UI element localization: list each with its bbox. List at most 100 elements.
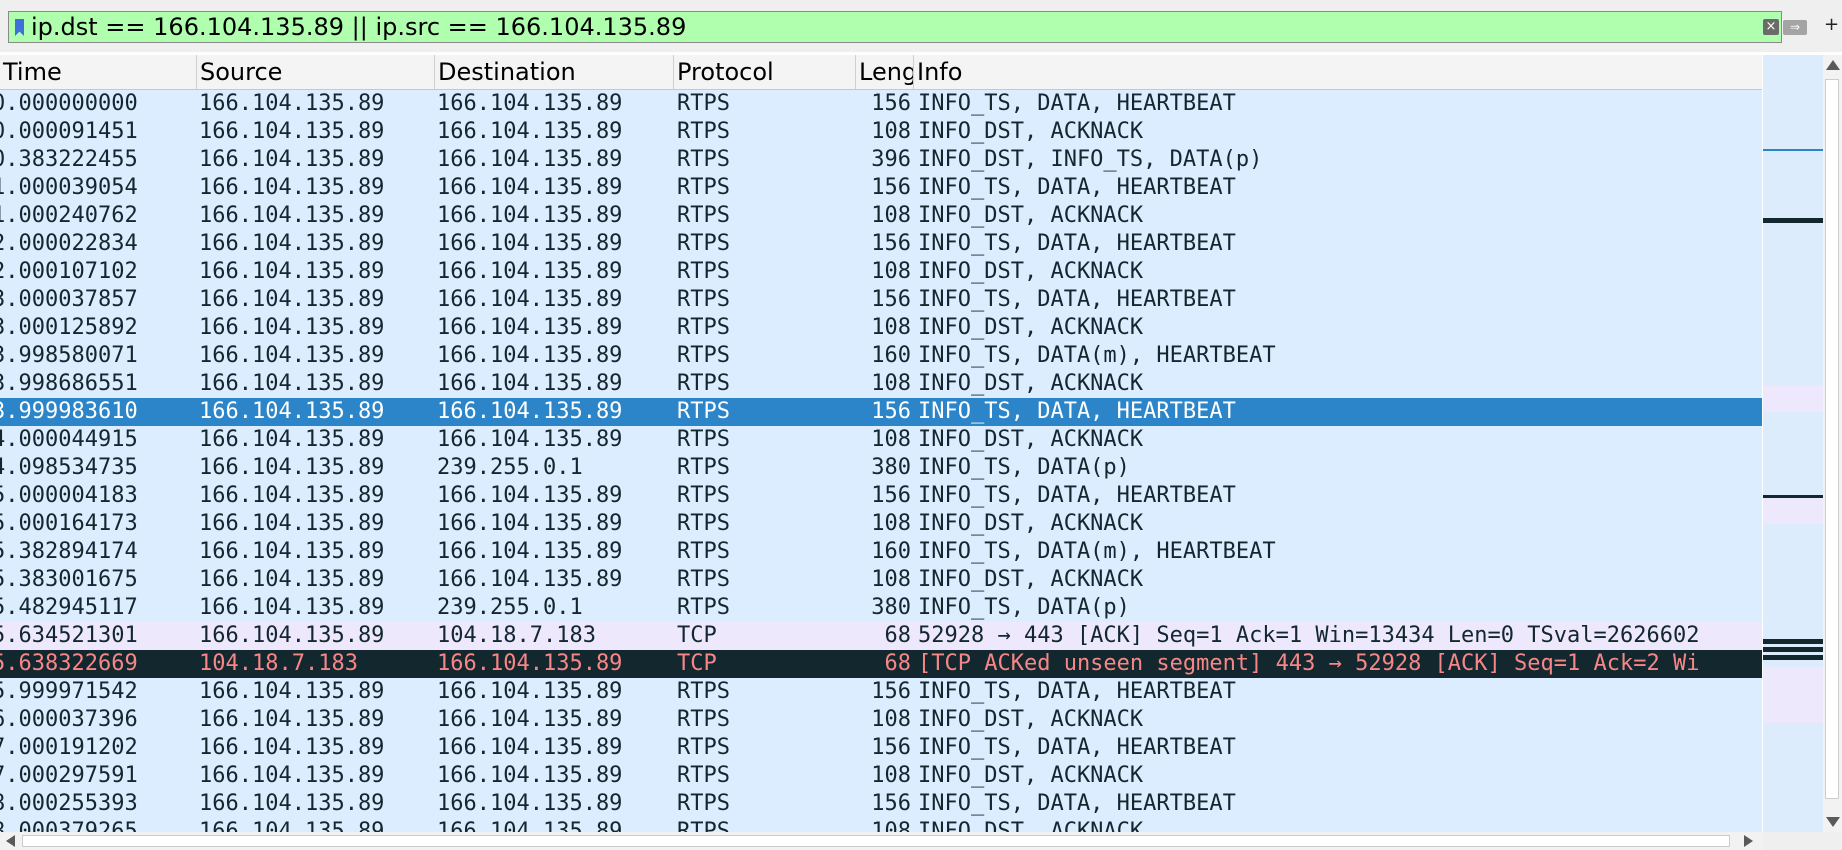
packet-protocol-cell: RTPS (677, 595, 730, 620)
packet-time-cell: 3.000125892 (0, 315, 138, 340)
packet-minimap[interactable] (1763, 55, 1823, 832)
scroll-left-arrow-icon[interactable] (6, 835, 15, 847)
packet-row[interactable]: 5.638322669 104.18.7.183 166.104.135.89 TCP… (0, 650, 1762, 678)
packet-destination-cell: 166.104.135.89 (437, 707, 623, 732)
packet-time-cell: 0.000091451 (0, 119, 138, 144)
packet-destination-cell: 166.104.135.89 (437, 287, 623, 312)
column-header-protocol[interactable]: Protocol (674, 55, 856, 89)
packet-destination-cell: 166.104.135.89 (437, 343, 623, 368)
packet-length-cell: 68 (884, 623, 912, 648)
packet-destination-cell: 166.104.135.89 (437, 819, 623, 832)
packet-row[interactable]: 4.098534735 166.104.135.89 239.255.0.1 RTPS… (0, 454, 1762, 482)
packet-protocol-cell: RTPS (677, 567, 730, 592)
packet-row[interactable]: 3.999983610 166.104.135.89 166.104.135.89 R… (0, 398, 1762, 426)
packet-source-cell: 166.104.135.89 (199, 231, 385, 256)
column-header-time[interactable]: Time (0, 55, 197, 89)
packet-info-cell: INFO_TS, DATA, HEARTBEAT (918, 679, 1236, 704)
packet-row[interactable]: 3.998686551 166.104.135.89 166.104.135.89 R… (0, 370, 1762, 398)
packet-source-cell: 166.104.135.89 (199, 595, 385, 620)
packet-protocol-cell: RTPS (677, 735, 730, 760)
display-filter-box[interactable]: × ⇒ (8, 11, 1807, 43)
packet-time-cell: 0.383222455 (0, 147, 138, 172)
vertical-scroll-thumb[interactable] (1825, 79, 1839, 799)
packet-info-cell: INFO_TS, DATA, HEARTBEAT (918, 399, 1236, 424)
packet-row[interactable]: 0.000000000 166.104.135.89 166.104.135.89 R… (0, 90, 1762, 118)
packet-row[interactable]: 3.998580071 166.104.135.89 166.104.135.89 R… (0, 342, 1762, 370)
packet-source-cell: 166.104.135.89 (199, 259, 385, 284)
packet-length-cell: 156 (871, 287, 911, 312)
packet-protocol-cell: RTPS (677, 679, 730, 704)
packet-row[interactable]: 5.999971542 166.104.135.89 166.104.135.89 R… (0, 678, 1762, 706)
add-filter-button-icon[interactable]: + (1824, 14, 1839, 35)
packet-source-cell: 166.104.135.89 (199, 455, 385, 480)
horizontal-scrollbar[interactable] (0, 832, 1762, 850)
packet-row[interactable]: 0.383222455 166.104.135.89 166.104.135.89 R… (0, 146, 1762, 174)
packet-source-cell: 166.104.135.89 (199, 175, 385, 200)
apply-filter-icon[interactable]: ⇒ (1783, 20, 1807, 35)
packet-source-cell: 166.104.135.89 (199, 679, 385, 704)
display-filter-input[interactable] (31, 13, 1761, 41)
packet-row[interactable]: 7.000191202 166.104.135.89 166.104.135.89 R… (0, 734, 1762, 762)
packet-destination-cell: 166.104.135.89 (437, 231, 623, 256)
vertical-scrollbar[interactable] (1823, 55, 1842, 832)
column-header-source[interactable]: Source (197, 55, 435, 89)
packet-source-cell: 166.104.135.89 (199, 427, 385, 452)
packet-destination-cell: 166.104.135.89 (437, 427, 623, 452)
packet-length-cell: 160 (871, 343, 911, 368)
packet-source-cell: 166.104.135.89 (199, 343, 385, 368)
packet-destination-cell: 239.255.0.1 (437, 595, 583, 620)
scroll-up-arrow-icon[interactable] (1826, 60, 1840, 70)
packet-time-cell: 4.000044915 (0, 427, 138, 452)
packet-source-cell: 166.104.135.89 (199, 707, 385, 732)
packet-source-cell: 104.18.7.183 (199, 651, 358, 676)
packet-row[interactable]: 5.482945117 166.104.135.89 239.255.0.1 RTPS… (0, 594, 1762, 622)
packet-info-cell: INFO_TS, DATA(p) (918, 595, 1130, 620)
horizontal-scroll-thumb[interactable] (22, 835, 1730, 847)
packet-row[interactable]: 5.000164173 166.104.135.89 166.104.135.89 R… (0, 510, 1762, 538)
packet-row[interactable]: 5.383001675 166.104.135.89 166.104.135.89 R… (0, 566, 1762, 594)
packet-row[interactable]: 3.000037857 166.104.135.89 166.104.135.89 R… (0, 286, 1762, 314)
scroll-down-arrow-icon[interactable] (1826, 817, 1840, 827)
packet-row[interactable]: 7.000297591 166.104.135.89 166.104.135.89 R… (0, 762, 1762, 790)
packet-protocol-cell: RTPS (677, 483, 730, 508)
packet-length-cell: 108 (871, 371, 911, 396)
packet-info-cell: INFO_DST, ACKNACK (918, 567, 1144, 592)
packet-row[interactable]: 5.000004183 166.104.135.89 166.104.135.89 R… (0, 482, 1762, 510)
packet-destination-cell: 166.104.135.89 (437, 175, 623, 200)
packet-time-cell: 5.634521301 (0, 623, 138, 648)
packet-row[interactable]: 1.000240762 166.104.135.89 166.104.135.89 R… (0, 202, 1762, 230)
packet-info-cell: INFO_TS, DATA, HEARTBEAT (918, 231, 1236, 256)
packet-source-cell: 166.104.135.89 (199, 119, 385, 144)
packet-row[interactable]: 5.382894174 166.104.135.89 166.104.135.89 R… (0, 538, 1762, 566)
column-header-length[interactable]: Leng (856, 55, 914, 89)
packet-destination-cell: 166.104.135.89 (437, 119, 623, 144)
packet-time-cell: 5.382894174 (0, 539, 138, 564)
packet-length-cell: 108 (871, 763, 911, 788)
bookmark-icon[interactable] (15, 19, 24, 36)
packet-row[interactable]: 8.000379265 166.104.135.89 166.104.135.89 R… (0, 818, 1762, 832)
packet-row[interactable]: 0.000091451 166.104.135.89 166.104.135.89 R… (0, 118, 1762, 146)
packet-time-cell: 7.000191202 (0, 735, 138, 760)
scroll-right-arrow-icon[interactable] (1744, 835, 1753, 847)
packet-info-cell: INFO_DST, ACKNACK (918, 763, 1144, 788)
column-header-info[interactable]: Info (914, 55, 1762, 89)
packet-source-cell: 166.104.135.89 (199, 147, 385, 172)
packet-row[interactable]: 4.000044915 166.104.135.89 166.104.135.89 R… (0, 426, 1762, 454)
packet-time-cell: 5.482945117 (0, 595, 138, 620)
packet-length-cell: 156 (871, 679, 911, 704)
packet-time-cell: 1.000039054 (0, 175, 138, 200)
clear-filter-icon[interactable]: × (1763, 19, 1779, 35)
packet-length-cell: 68 (884, 651, 912, 676)
packet-time-cell: 5.000004183 (0, 483, 138, 508)
column-header-destination[interactable]: Destination (435, 55, 674, 89)
packet-protocol-cell: RTPS (677, 371, 730, 396)
packet-row[interactable]: 5.634521301 166.104.135.89 104.18.7.183 TCP… (0, 622, 1762, 650)
packet-row[interactable]: 6.000037396 166.104.135.89 166.104.135.89 R… (0, 706, 1762, 734)
packet-row[interactable]: 2.000022834 166.104.135.89 166.104.135.89 R… (0, 230, 1762, 258)
packet-info-cell: INFO_DST, ACKNACK (918, 819, 1144, 832)
packet-row[interactable]: 8.000255393 166.104.135.89 166.104.135.89 R… (0, 790, 1762, 818)
packet-length-cell: 156 (871, 175, 911, 200)
packet-row[interactable]: 3.000125892 166.104.135.89 166.104.135.89 R… (0, 314, 1762, 342)
packet-row[interactable]: 1.000039054 166.104.135.89 166.104.135.89 R… (0, 174, 1762, 202)
packet-row[interactable]: 2.000107102 166.104.135.89 166.104.135.89 R… (0, 258, 1762, 286)
